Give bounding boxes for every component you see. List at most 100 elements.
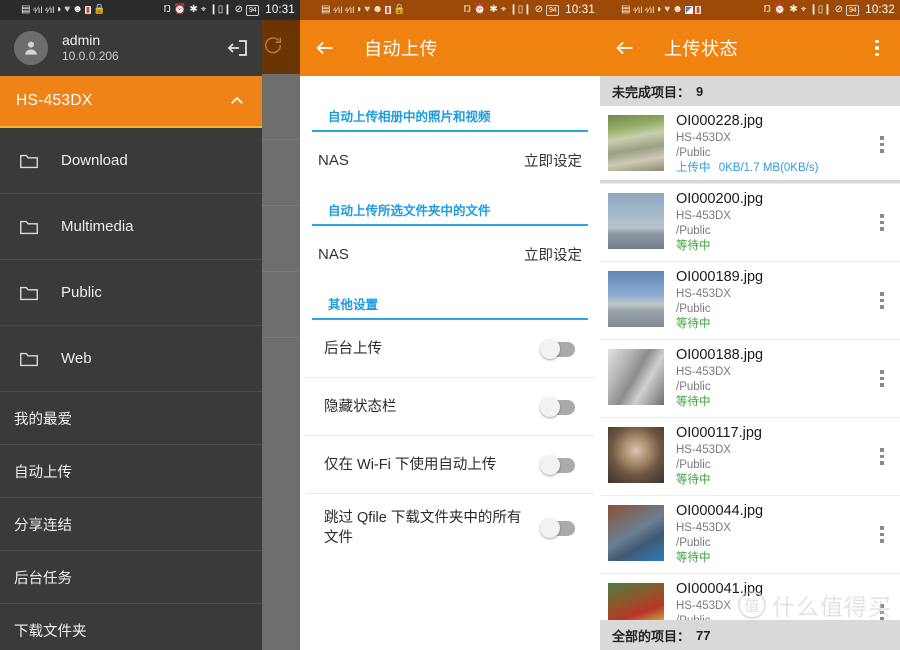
sidebar-item-download[interactable]: Download bbox=[0, 128, 262, 194]
sidebar-item-server[interactable]: HS-453DX bbox=[0, 76, 262, 128]
file-info: OI000228.jpg HS-453DX /Public 上传中 0KB/1.… bbox=[676, 112, 874, 177]
sidebar-item-background-tasks[interactable]: 后台任务 bbox=[0, 551, 262, 604]
row-overflow-icon[interactable] bbox=[874, 502, 890, 567]
dnd-icon: ⊘ bbox=[535, 5, 543, 15]
status-bar-right-icons: Ŋ ⏰ ✱ ⌖ ❙▯❙ ⊘ 94 10:31 bbox=[164, 4, 295, 16]
toggle-row-hide-status-bar[interactable]: 隐藏状态栏 bbox=[306, 378, 594, 436]
switch-background-upload[interactable] bbox=[540, 339, 576, 359]
thumbnail-image bbox=[608, 193, 664, 249]
list-item[interactable]: OI000117.jpg HS-453DX /Public 等待中 bbox=[600, 418, 900, 496]
person-icon: ☻ bbox=[72, 5, 83, 15]
location-pin-icon: ▮ bbox=[85, 6, 91, 14]
list-item[interactable]: OI000200.jpg HS-453DX /Public 等待中 bbox=[600, 184, 900, 262]
wifi-icon: ◗ bbox=[56, 5, 62, 15]
bluetooth-icon: ✱ bbox=[789, 5, 797, 15]
status-bar-middle: ▤ ⁴⁄ıl ⁴⁄ıl ◗ ♥ ☻ ▮ 🔒 Ŋ ⏰ ✱ ⌖ ❙▯❙ ⊘ 94 1… bbox=[300, 0, 600, 20]
file-path: /Public bbox=[676, 380, 874, 395]
file-name: OI000228.jpg bbox=[676, 112, 874, 131]
list-item[interactable]: OI000189.jpg HS-453DX /Public 等待中 bbox=[600, 262, 900, 340]
file-status-detail: 0KB/1.7 MB(0KB/s) bbox=[719, 162, 819, 174]
file-status: 等待中 bbox=[676, 551, 874, 566]
section-header-folder: 自动上传所选文件夹中的文件 bbox=[312, 188, 588, 226]
upload-progress-bar bbox=[600, 180, 900, 183]
sidebar-item-multimedia[interactable]: Multimedia bbox=[0, 194, 262, 260]
thumbnail-image bbox=[608, 115, 664, 171]
sidebar-item-favorites[interactable]: 我的最爱 bbox=[0, 392, 262, 445]
sidebar-item-share-links[interactable]: 分享连结 bbox=[0, 498, 262, 551]
sidebar-item-web[interactable]: Web bbox=[0, 326, 262, 392]
toggle-row-background-upload[interactable]: 后台上传 bbox=[306, 320, 594, 378]
alarm-icon: ⏰ bbox=[474, 5, 486, 15]
heart-icon: ♥ bbox=[664, 5, 670, 15]
sim-icon: ▤ bbox=[321, 5, 330, 15]
file-name: OI000200.jpg bbox=[676, 190, 874, 209]
sidebar-item-label: Download bbox=[61, 152, 128, 169]
sidebar-item-public[interactable]: Public bbox=[0, 260, 262, 326]
upload-list[interactable]: OI000228.jpg HS-453DX /Public 上传中 0KB/1.… bbox=[600, 106, 900, 650]
switch-skip-qfile-downloads[interactable] bbox=[540, 518, 576, 538]
kebab-menu-icon[interactable] bbox=[868, 38, 886, 58]
status-bar-left-icons: ▤ ⁴⁄ıl ⁴⁄ıl ◗ ♥ ☻ ▮ 🔒 bbox=[305, 5, 464, 15]
list-item[interactable]: OI000188.jpg HS-453DX /Public 等待中 bbox=[600, 340, 900, 418]
sidebar-item-label: 分享连结 bbox=[14, 514, 72, 535]
setting-action-link[interactable]: 立即设定 bbox=[524, 244, 582, 265]
total-label: 全部的项目： bbox=[612, 626, 690, 645]
switch-knob bbox=[540, 455, 560, 475]
sim-icon: ▤ bbox=[21, 5, 30, 15]
row-overflow-icon[interactable] bbox=[874, 346, 890, 411]
status-bar-right: ▤ ⁴⁄ıl ⁴⁄ıl ◗ ♥ ☻ ◤ ▮ Ŋ ⏰ ✱ ⌖ ❙▯❙ ⊘ 94 1… bbox=[600, 0, 900, 20]
setting-row-album-nas[interactable]: NAS 立即设定 bbox=[300, 132, 600, 188]
list-item[interactable]: OI000044.jpg HS-453DX /Public 等待中 bbox=[600, 496, 900, 574]
wifi-icon: ◗ bbox=[356, 5, 362, 15]
file-server: HS-453DX bbox=[676, 209, 874, 224]
file-server: HS-453DX bbox=[676, 365, 874, 380]
sidebar-item-label: 自动上传 bbox=[14, 461, 72, 482]
toggle-label: 后台上传 bbox=[324, 339, 382, 359]
switch-knob bbox=[540, 518, 560, 538]
sidebar-item-download-folder[interactable]: 下载文件夹 bbox=[0, 604, 262, 650]
upload-arrow-icon: ◤ bbox=[685, 6, 693, 14]
row-overflow-icon[interactable] bbox=[874, 424, 890, 489]
signal-2-icon: ⁴⁄ıl bbox=[344, 6, 354, 15]
file-path: /Public bbox=[676, 302, 874, 317]
section-header-other: 其他设置 bbox=[312, 282, 588, 320]
refresh-icon[interactable] bbox=[262, 34, 284, 56]
switch-hide-status-bar[interactable] bbox=[540, 397, 576, 417]
screenshot-stage: ▤ ⁴⁄ıl ⁴⁄ıl ◗ ♥ ☻ ▮ 🔒 Ŋ ⏰ ✱ ⌖ ❙▯❙ ⊘ 94 1… bbox=[0, 0, 900, 650]
drawer-account-header[interactable]: admin 10.0.0.206 bbox=[0, 20, 262, 76]
list-item[interactable]: OI000228.jpg HS-453DX /Public 上传中 0KB/1.… bbox=[600, 106, 900, 184]
file-server: HS-453DX bbox=[676, 443, 874, 458]
row-overflow-icon[interactable] bbox=[874, 112, 890, 177]
row-overflow-icon[interactable] bbox=[874, 268, 890, 333]
bluetooth-icon: ✱ bbox=[189, 5, 197, 15]
toggle-row-wifi-only[interactable]: 仅在 Wi-Fi 下使用自动上传 bbox=[306, 436, 594, 494]
chevron-up-icon[interactable] bbox=[228, 92, 246, 110]
switch-knob bbox=[540, 339, 560, 359]
signal-2-icon: ⁴⁄ıl bbox=[44, 6, 54, 15]
thumbnail-image bbox=[608, 505, 664, 561]
file-info: OI000200.jpg HS-453DX /Public 等待中 bbox=[676, 190, 874, 255]
thumbnail-image bbox=[608, 271, 664, 327]
back-arrow-icon[interactable] bbox=[614, 37, 636, 59]
incomplete-label: 未完成项目： bbox=[612, 82, 690, 101]
wifi-icon: ◗ bbox=[656, 5, 662, 15]
setting-action-link[interactable]: 立即设定 bbox=[524, 150, 582, 171]
sidebar-item-label: Multimedia bbox=[61, 218, 134, 235]
nfc-icon: Ŋ bbox=[464, 5, 471, 15]
file-status: 等待中 bbox=[676, 239, 874, 254]
toggle-row-skip-qfile-downloads[interactable]: 跳过 Qfile 下载文件夹中的所有文件 bbox=[306, 494, 594, 562]
status-bar-right-icons: Ŋ ⏰ ✱ ⌖ ❙▯❙ ⊘ 94 10:31 bbox=[464, 4, 595, 16]
file-name: OI000188.jpg bbox=[676, 346, 874, 365]
server-name: HS-453DX bbox=[16, 92, 228, 110]
nfc-icon: Ŋ bbox=[164, 5, 171, 15]
file-info: OI000117.jpg HS-453DX /Public 等待中 bbox=[676, 424, 874, 489]
back-arrow-icon[interactable] bbox=[314, 37, 336, 59]
location-pin-icon: ▮ bbox=[385, 6, 391, 14]
sidebar-item-auto-upload[interactable]: 自动上传 bbox=[0, 445, 262, 498]
row-overflow-icon[interactable] bbox=[874, 190, 890, 255]
switch-wifi-only[interactable] bbox=[540, 455, 576, 475]
setting-row-folder-nas[interactable]: NAS 立即设定 bbox=[300, 226, 600, 282]
dnd-icon: ⊘ bbox=[235, 5, 243, 15]
folder-icon bbox=[18, 282, 40, 304]
logout-icon[interactable] bbox=[226, 36, 250, 60]
